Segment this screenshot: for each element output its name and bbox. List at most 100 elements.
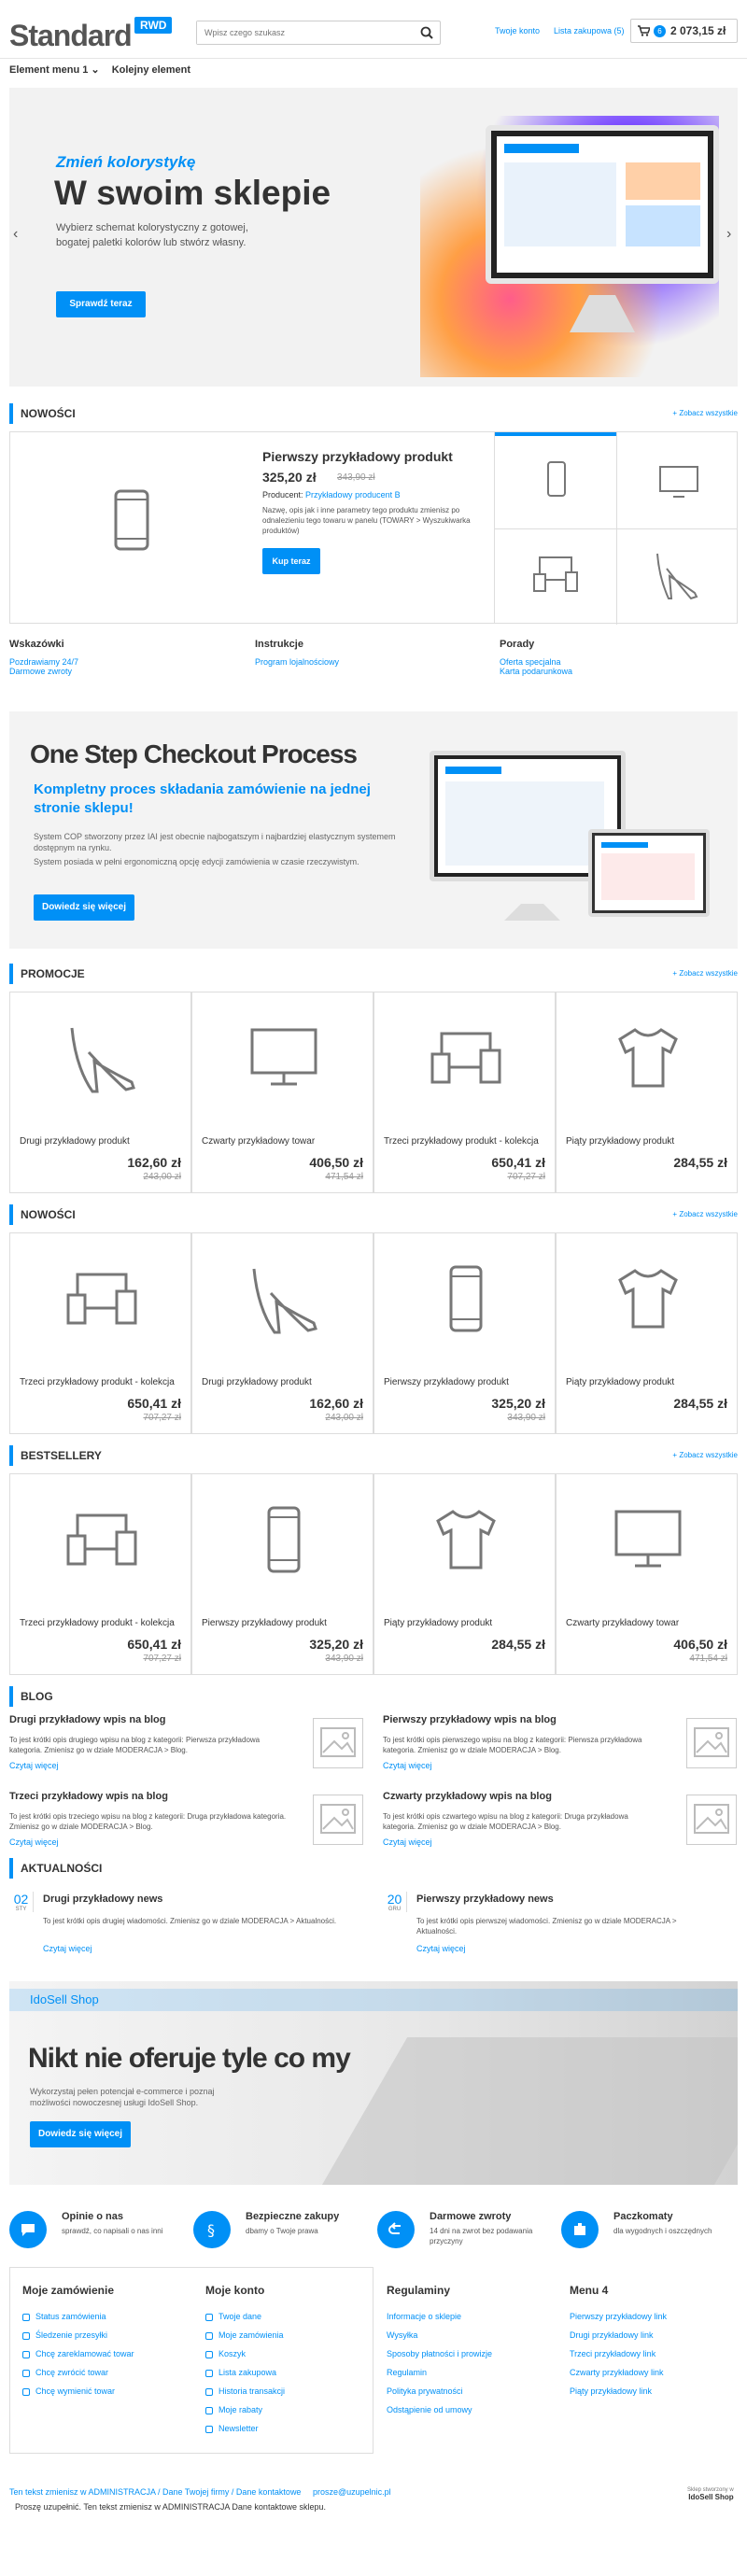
devices-icon [64,1502,139,1580]
footer-link[interactable]: Drugi przykładowy link [570,2330,738,2349]
product-name[interactable]: Piąty przykładowy produkt [384,1618,492,1628]
footer-link[interactable]: Chcę zareklamować towar [22,2349,190,2368]
product-name[interactable]: Pierwszy przykładowy produkt [202,1618,327,1628]
product-name[interactable]: Trzeci przykładowy produkt - kolekcja [20,1618,175,1628]
product-name[interactable]: Trzeci przykładowy produkt - kolekcja [384,1136,539,1147]
product-card[interactable]: Czwarty przykładowy towar 406,50 zł 471,… [191,992,374,1193]
see-all-link[interactable]: + Zobacz wszystkie [672,409,738,417]
footer-link[interactable]: Newsletter [205,2424,374,2442]
product-name[interactable]: Pierwszy przykładowy produkt [384,1377,509,1387]
product-card[interactable]: Piąty przykładowy produkt 284,55 zł [556,992,738,1193]
footer-link[interactable]: Lista zakupowa [205,2368,374,2386]
footer-link[interactable]: Historia transakcji [205,2386,374,2405]
cart-button[interactable]: 6 2 073,15 zł [630,19,738,43]
blog-post-title[interactable]: Czwarty przykładowy wpis na blog [383,1791,738,1802]
next-arrow-icon[interactable]: › [726,226,731,243]
blog-post-title[interactable]: Drugi przykładowy wpis na blog [9,1714,364,1725]
thumb-phone-icon[interactable] [546,460,567,500]
product-card[interactable]: Czwarty przykładowy towar 406,50 zł 471,… [556,1473,738,1675]
hero-button[interactable]: Sprawdź teraz [56,291,146,317]
product-name[interactable]: Piąty przykładowy produkt [566,1136,674,1147]
info-link[interactable]: Darmowe zwroty [9,667,78,676]
footer-link[interactable]: Trzeci przykładowy link [570,2349,738,2368]
footer-link[interactable]: Wysyłka [387,2330,555,2349]
menu-item-2[interactable]: Kolejny element [112,64,190,76]
footer-link[interactable]: Polityka prywatności [387,2386,555,2405]
info-link[interactable]: Karta podarunkowa [500,667,572,676]
menu-item-1[interactable]: Element menu 1 ⌄ [9,64,100,76]
featured-name[interactable]: Pierwszy przykładowy produkt [262,449,453,464]
footer-link[interactable]: Moje zamówienia [205,2330,374,2349]
product-price: 284,55 zł [491,1637,545,1652]
contact-data-link[interactable]: Ten tekst zmienisz w ADMINISTRACJA / Dan… [9,2487,301,2497]
news-title[interactable]: Pierwszy przykładowy news [416,1893,554,1905]
product-card[interactable]: Trzeci przykładowy produkt - kolekcja 65… [374,992,556,1193]
info-link[interactable]: Pozdrawiamy 24/7 [9,657,78,667]
product-card[interactable]: Pierwszy przykładowy produkt 325,20 zł 3… [374,1232,556,1434]
feature-box[interactable]: Opinie o nas sprawdź, co napisali o nas … [9,2207,187,2252]
see-all-link[interactable]: + Zobacz wszystkie [672,969,738,978]
footer-link[interactable]: Chcę wymienić towar [22,2386,190,2405]
product-name[interactable]: Drugi przykładowy produkt [20,1136,130,1147]
product-name[interactable]: Czwarty przykładowy towar [566,1618,679,1628]
product-card[interactable]: Piąty przykładowy produkt 284,55 zł [556,1232,738,1434]
search-icon[interactable] [420,26,433,42]
email-link[interactable]: prosze@uzupelnic.pl [313,2487,391,2497]
producer-link[interactable]: Przykładowy producent B [305,490,401,500]
search-input[interactable] [197,21,402,44]
feature-box[interactable]: Darmowe zwroty 14 dni na zwrot bez podaw… [377,2207,555,2252]
thumb-heel-icon[interactable] [654,550,700,605]
feature-box[interactable]: § Bezpieczne zakupy dbamy o Twoje prawa [193,2207,371,2252]
footer-link[interactable]: Chcę zwrócić towar [22,2368,190,2386]
footer-link[interactable]: Twoje dane [205,2312,374,2330]
thumb-monitor-icon[interactable] [658,465,699,501]
read-more-link[interactable]: Czytaj więcej [383,1837,738,1847]
product-card[interactable]: Drugi przykładowy produkt 162,60 zł 243,… [9,992,191,1193]
footer-link[interactable]: Pierwszy przykładowy link [570,2312,738,2330]
read-more-link[interactable]: Czytaj więcej [43,1944,92,1953]
product-card[interactable]: Piąty przykładowy produkt 284,55 zł [374,1473,556,1675]
blog-post-title[interactable]: Trzeci przykładowy wpis na blog [9,1791,364,1802]
footer-link[interactable]: Moje rabaty [205,2405,374,2424]
footer-link[interactable]: Śledzenie przesyłki [22,2330,190,2349]
buy-now-button[interactable]: Kup teraz [262,548,320,574]
footer-link[interactable]: Status zamówienia [22,2312,190,2330]
product-name[interactable]: Trzeci przykładowy produkt - kolekcja [20,1377,175,1387]
thumb-devices-icon[interactable] [532,556,579,596]
read-more-link[interactable]: Czytaj więcej [9,1837,364,1847]
footer-link[interactable]: Koszyk [205,2349,374,2368]
account-link[interactable]: Twoje konto [495,26,540,35]
read-more-link[interactable]: Czytaj więcej [416,1944,466,1953]
header: Standard RWD Twoje konto Lista zakupowa … [9,13,738,56]
shoplist-link[interactable]: Lista zakupowa (5) [554,26,625,35]
footer-link[interactable]: Odstąpienie od umowy [387,2405,555,2424]
footer-link[interactable]: Sposoby płatności i prowizje [387,2349,555,2368]
product-card[interactable]: Trzeci przykładowy produkt - kolekcja 65… [9,1232,191,1434]
news-title[interactable]: Drugi przykładowy news [43,1893,162,1905]
read-more-link[interactable]: Czytaj więcej [383,1761,738,1770]
footer-link[interactable]: Informacje o sklepie [387,2312,555,2330]
product-card[interactable]: Drugi przykładowy produkt 162,60 zł 243,… [191,1232,374,1434]
footer-link[interactable]: Czwarty przykładowy link [570,2368,738,2386]
footer-link[interactable]: Piąty przykładowy link [570,2386,738,2405]
feature-box[interactable]: Paczkomaty dla wygodnych i oszczędnych [561,2207,739,2252]
footer-link[interactable]: Regulamin [387,2368,555,2386]
info-link[interactable]: Program lojalnościowy [255,657,339,667]
product-card[interactable]: Pierwszy przykładowy produkt 325,20 zł 3… [191,1473,374,1675]
product-name[interactable]: Drugi przykładowy produkt [202,1377,312,1387]
read-more-link[interactable]: Czytaj więcej [9,1761,364,1770]
featured-product[interactable]: Pierwszy przykładowy produkt 325,20 zł 3… [9,431,495,624]
idosell-button[interactable]: Dowiedz się więcej [30,2121,131,2147]
see-all-link[interactable]: + Zobacz wszystkie [672,1451,738,1459]
see-all-link[interactable]: + Zobacz wszystkie [672,1210,738,1218]
info-link[interactable]: Oferta specjalna [500,657,572,667]
shop-logo[interactable]: Standard [9,19,133,53]
product-card[interactable]: Trzeci przykładowy produkt - kolekcja 65… [9,1473,191,1675]
blog-post-title[interactable]: Pierwszy przykładowy wpis na blog [383,1714,738,1725]
checkout-button[interactable]: Dowiedz się więcej [34,894,134,921]
svg-text:§: § [207,2221,215,2239]
product-name[interactable]: Czwarty przykładowy towar [202,1136,315,1147]
prev-arrow-icon[interactable]: ‹ [13,226,18,243]
product-name[interactable]: Piąty przykładowy produkt [566,1377,674,1387]
idosell-logo[interactable]: IdoSell Shop [687,2493,733,2501]
